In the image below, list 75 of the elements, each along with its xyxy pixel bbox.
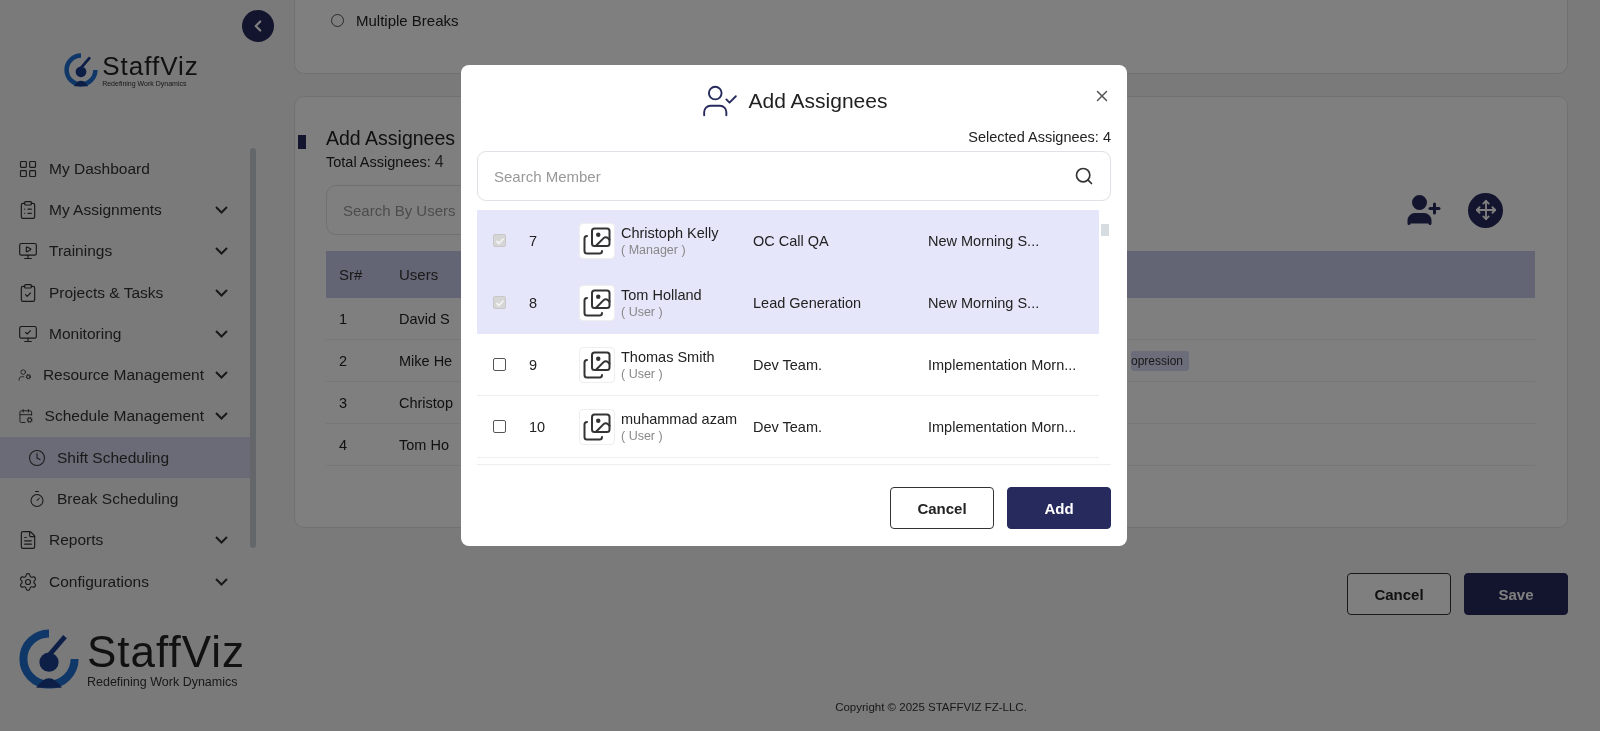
selected-count: Selected Assignees: 4 [968,129,1111,145]
nav-item[interactable]: Resource Management [0,354,250,396]
search-field[interactable]: Search Member [477,151,1111,201]
member-team: Dev Team. [753,418,824,435]
checkbox[interactable] [493,420,506,433]
nav-icon [18,571,38,592]
tag: opression [1131,350,1190,371]
logo-mark-icon [63,52,100,88]
nav-item[interactable]: My Dashboard [0,148,250,190]
modal-title: Add Assignees [748,89,888,113]
member-number: 9 [529,356,539,373]
nav-item[interactable]: Trainings [0,230,250,272]
member-role: ( User ) [621,366,664,381]
member-team: Lead Generation [753,294,863,311]
nav-icon [18,158,38,179]
member-name: Christoph Kelly [621,224,720,241]
column-header: Users [399,266,440,283]
member-name: muhammad azam [621,410,739,427]
save-button[interactable]: Save [1464,573,1568,615]
nav-icon [18,199,38,220]
member-role: ( Manager ) [621,242,687,257]
nav-item[interactable]: Projects & Tasks [0,271,250,314]
nav-item[interactable]: Reports [0,519,250,561]
total-assignees: Total Assignees: 4 [326,153,444,171]
nav-icon [18,241,38,262]
table-cell: Christop [399,394,453,411]
logo-name: StaffViz [102,53,199,79]
member-name: Thomas Smith [621,348,716,365]
table-cell: Mike He [399,352,453,369]
checkbox[interactable] [493,358,506,371]
nav-icon [18,323,38,344]
cancel-button[interactable]: Cancel [890,487,994,529]
logo-tagline: Redefining Work Dynamics [87,674,239,689]
table-cell: Tom Ho [399,436,449,453]
member-shift: New Morning S... [928,232,1040,249]
add-button[interactable]: Add [1007,487,1111,529]
nav-item[interactable]: My Assignments [0,189,250,231]
nav-icon [28,490,46,508]
member-number: 8 [529,294,539,311]
cancel-button[interactable]: Cancel [1347,573,1451,615]
member-shift: Implementation Morn... [928,356,1077,373]
radio-label: Multiple Breaks [356,12,459,29]
add-user-icon[interactable] [1406,192,1442,228]
search-icon [1074,166,1094,186]
nav-icon [18,282,38,303]
table-cell-text: 4 [338,436,349,453]
move-icon [1474,199,1497,221]
nav-subitem[interactable]: Break Scheduling [0,478,250,520]
logo-name: StaffViz [87,629,245,674]
member-role: ( User ) [621,428,664,443]
table-cell-text: 3 [338,394,349,411]
member-team: OC Call QA [753,232,830,249]
move-button[interactable] [1468,192,1503,228]
member-role: ( User ) [621,304,664,319]
collapse-button[interactable] [242,10,274,42]
nav-icon [28,448,46,467]
member-shift: Implementation Morn... [928,418,1077,435]
table-cell-text: 2 [338,352,349,369]
radio-button[interactable] [331,14,344,27]
member-shift: New Morning S... [928,294,1040,311]
nav-item[interactable]: Monitoring [0,313,250,355]
member-number: 7 [529,232,539,249]
column-header: Sr# [338,266,364,283]
table-cell: David S [399,310,450,327]
logo-mark-icon [17,627,81,691]
nav-subitem[interactable]: Shift Scheduling [0,437,250,479]
nav-icon [18,530,38,551]
member-name: Tom Holland [621,286,703,303]
section-title: Add Assignees [326,127,455,150]
copyright-text: Copyright © 2025 STAFFVIZ FZ-LLC. [834,701,1028,713]
table-cell-text: 1 [338,310,349,327]
member-team: Dev Team. [753,356,824,373]
member-number: 10 [529,418,547,435]
section-marker [298,135,306,149]
nav-item[interactable]: Configurations [0,560,250,603]
